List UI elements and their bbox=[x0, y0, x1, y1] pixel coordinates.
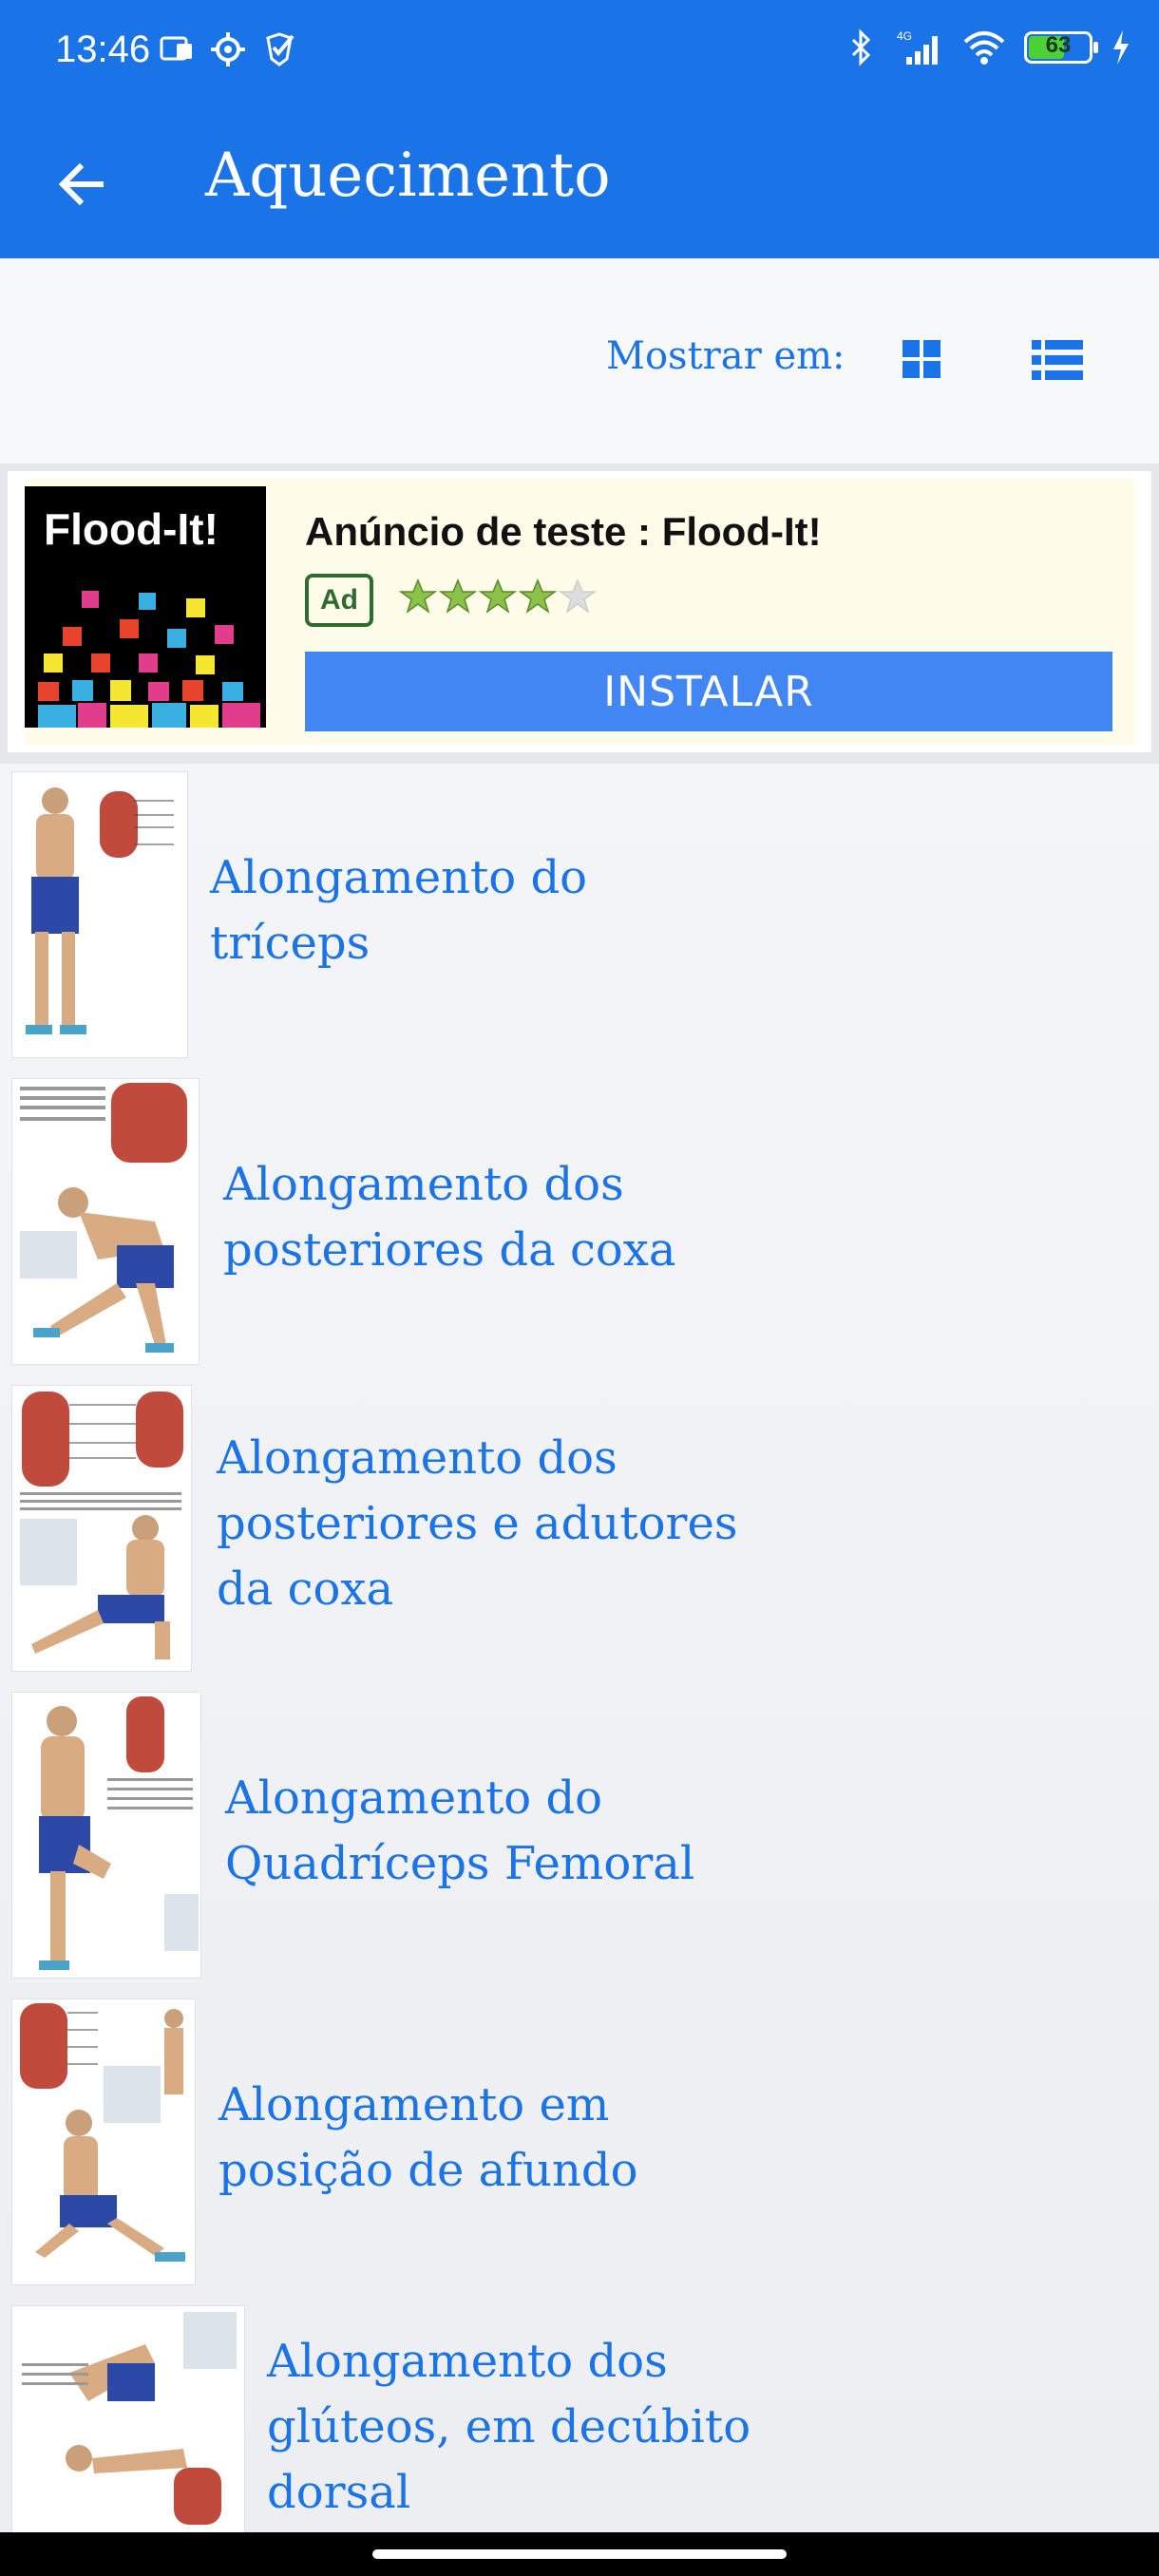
battery-percent: 63 bbox=[1045, 32, 1072, 58]
exercise-title: Alongamento em posição de afundo bbox=[218, 2078, 638, 2197]
bluetooth-icon bbox=[851, 28, 871, 66]
ad-rating bbox=[399, 578, 597, 616]
back-button[interactable] bbox=[46, 148, 118, 220]
shield-check-icon bbox=[266, 32, 294, 66]
status-time: 13:46 bbox=[55, 28, 151, 70]
signal-icon: 4G bbox=[897, 29, 938, 65]
view-toggle-row: Mostrar em: bbox=[0, 258, 1159, 464]
exercise-thumbnail[interactable] bbox=[11, 2305, 245, 2534]
exercise-thumbnail[interactable] bbox=[11, 1998, 196, 2285]
home-gesture-handle[interactable] bbox=[372, 2549, 787, 2559]
exercise-title: Alongamento dos posteriores e adutores d… bbox=[217, 1431, 738, 1616]
list-item[interactable]: Alongamento dos glúteos, em decúbito dor… bbox=[0, 2298, 1159, 2534]
star-icon bbox=[519, 578, 557, 614]
star-icon bbox=[399, 578, 437, 614]
ad-headline[interactable]: Anúncio de teste : Flood-It! bbox=[305, 509, 822, 555]
flood-it-tiles bbox=[38, 591, 260, 728]
status-bar: 13:46 4G 63 bbox=[0, 0, 1159, 112]
network-type: 4G bbox=[897, 29, 912, 43]
star-icon bbox=[559, 578, 597, 614]
star-icon bbox=[439, 578, 477, 614]
charging-icon bbox=[1113, 30, 1129, 65]
exercise-title: Alongamento dos posteriores da coxa bbox=[223, 1158, 676, 1277]
grid-view-icon[interactable] bbox=[895, 332, 946, 384]
exercise-title: Alongamento dos glúteos, em decúbito dor… bbox=[267, 2335, 751, 2519]
wifi-icon bbox=[963, 31, 1005, 65]
battery-icon: 63 bbox=[1024, 31, 1098, 64]
exercise-title: Alongamento do tríceps bbox=[210, 851, 588, 970]
list-item[interactable]: Alongamento do tríceps bbox=[0, 764, 1159, 1070]
exercise-thumbnail[interactable] bbox=[11, 1385, 192, 1672]
exercise-thumbnail[interactable] bbox=[11, 771, 188, 1058]
view-mode-label: Mostrar em: bbox=[606, 334, 846, 378]
ad-banner[interactable]: Flood-It! Anúncio de teste : Flood-It! A… bbox=[0, 464, 1159, 764]
star-icon bbox=[479, 578, 517, 614]
install-button[interactable]: INSTALAR bbox=[305, 652, 1112, 731]
exercise-thumbnail[interactable] bbox=[11, 1692, 201, 1979]
exercise-title: Alongamento do Quadríceps Femoral bbox=[225, 1771, 695, 1890]
list-item[interactable]: Alongamento em posição de afundo bbox=[0, 1991, 1159, 2298]
notification-icon bbox=[160, 36, 192, 61]
exercise-thumbnail[interactable] bbox=[11, 1078, 200, 1365]
list-item[interactable]: Alongamento dos posteriores da coxa bbox=[0, 1070, 1159, 1377]
navigation-bar bbox=[0, 2532, 1159, 2576]
ad-badge: Ad bbox=[305, 574, 373, 627]
app-bar: Aquecimento bbox=[0, 112, 1159, 258]
list-item[interactable]: Alongamento dos posteriores e adutores d… bbox=[0, 1377, 1159, 1684]
page-title: Aquecimento bbox=[205, 141, 611, 211]
list-view-icon[interactable] bbox=[1028, 336, 1087, 384]
back-arrow-icon bbox=[58, 162, 104, 206]
settings-icon bbox=[211, 32, 245, 66]
list-item[interactable]: Alongamento do Quadríceps Femoral bbox=[0, 1684, 1159, 1991]
ad-app-icon[interactable]: Flood-It! bbox=[25, 486, 266, 728]
